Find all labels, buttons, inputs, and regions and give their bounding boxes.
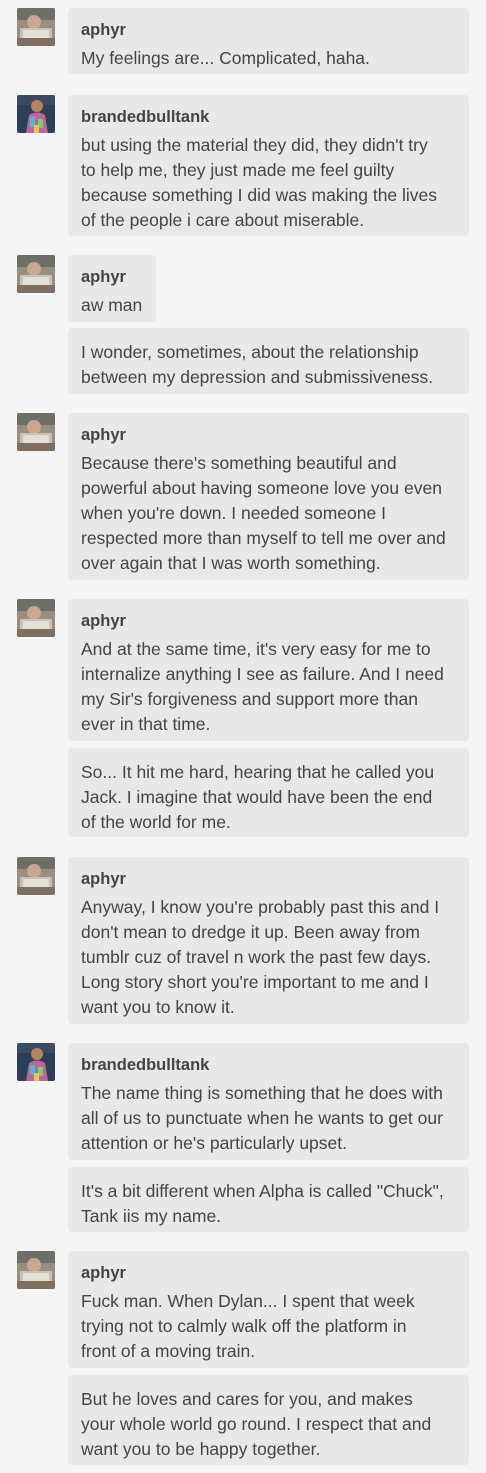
aphyr-avatar-icon[interactable] [17,1251,55,1289]
chat-thread: aphyr My feelings are... Complicated, ha… [0,0,486,1473]
message-bubble-continuation: But he loves and cares for you, and make… [68,1375,469,1465]
aphyr-avatar-icon[interactable] [17,255,55,293]
message-text: Fuck man. When Dylan... I spent that wee… [81,1291,415,1361]
message-text: Anyway, I know you're probably past this… [81,897,440,1017]
brandedbulltank-avatar-icon[interactable] [17,95,55,133]
aphyr-avatar-icon[interactable] [17,413,55,451]
message-author[interactable]: aphyr [81,267,143,287]
message-author[interactable]: brandedbulltank [81,1055,456,1075]
message-bubble: aphyr Anyway, I know you're probably pas… [68,857,469,1024]
message-text: I wonder, sometimes, about the relations… [81,342,434,387]
message-author[interactable]: brandedbulltank [81,107,456,127]
message-bubble-continuation: It's a bit different when Alpha is calle… [68,1167,469,1232]
message-text: but using the material they did, they di… [81,135,438,230]
message-bubble: aphyr aw man [68,255,156,322]
message-bubble-continuation: I wonder, sometimes, about the relations… [68,328,469,394]
message-text: My feelings are... Complicated, haha. [81,48,370,68]
brandedbulltank-avatar-icon[interactable] [17,1043,55,1081]
message-author[interactable]: aphyr [81,869,456,889]
message-author[interactable]: aphyr [81,611,456,631]
message-text: Because there's something beautiful and … [81,453,446,573]
aphyr-avatar-icon[interactable] [17,599,55,637]
message-bubble: brandedbulltank The name thing is someth… [68,1043,469,1160]
message-text: aw man [81,295,143,315]
message-text: But he loves and cares for you, and make… [81,1389,432,1459]
message-text: The name thing is something that he does… [81,1083,443,1153]
message-bubble: aphyr Because there's something beautifu… [68,413,469,580]
message-author[interactable]: aphyr [81,1263,456,1283]
message-text: It's a bit different when Alpha is calle… [81,1181,444,1226]
aphyr-avatar-icon[interactable] [17,8,55,46]
message-author[interactable]: aphyr [81,20,456,40]
message-bubble: aphyr My feelings are... Complicated, ha… [68,8,469,74]
aphyr-avatar-icon[interactable] [17,857,55,895]
message-bubble-continuation: So... It hit me hard, hearing that he ca… [68,748,469,837]
message-text: So... It hit me hard, hearing that he ca… [81,762,435,832]
message-bubble: aphyr Fuck man. When Dylan... I spent th… [68,1251,469,1368]
message-author[interactable]: aphyr [81,425,456,445]
message-bubble: brandedbulltank but using the material t… [68,95,469,236]
message-bubble: aphyr And at the same time, it's very ea… [68,599,469,741]
message-text: And at the same time, it's very easy for… [81,639,444,734]
